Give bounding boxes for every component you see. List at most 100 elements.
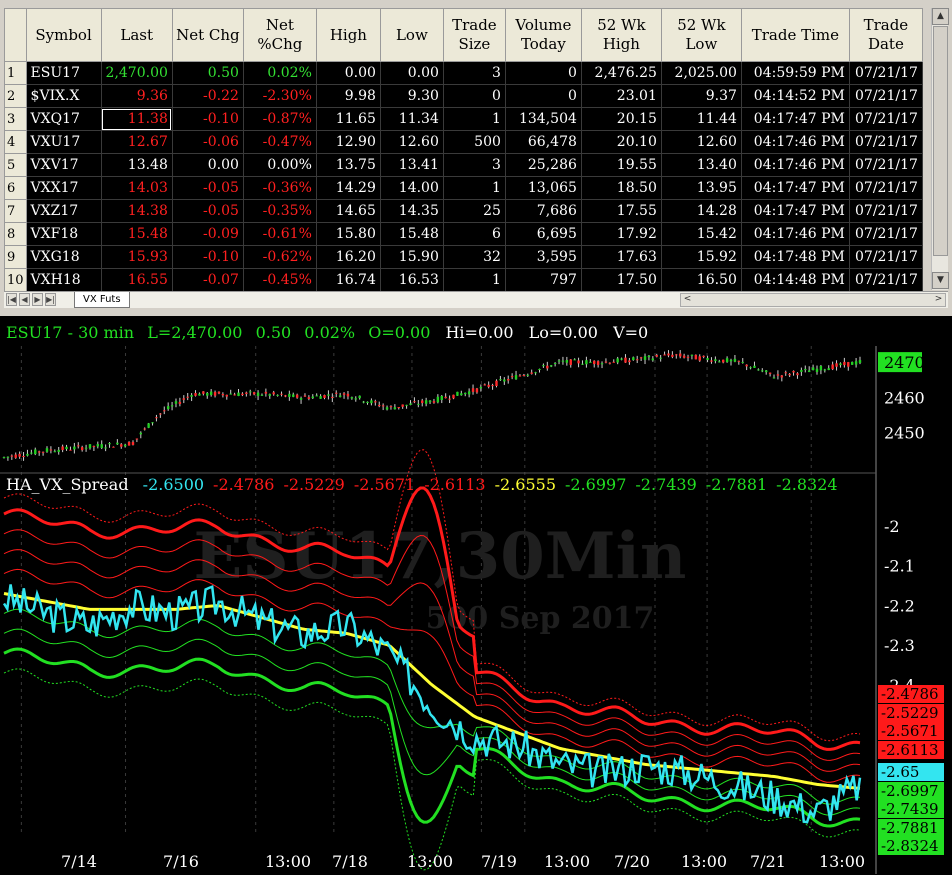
cell-trade-date[interactable]: 07/21/17: [848, 153, 923, 177]
cell-net-chg[interactable]: -0.07: [171, 268, 244, 292]
cell-trade-date[interactable]: 07/21/17: [848, 84, 923, 108]
cell-net-chg[interactable]: 0.50: [171, 61, 244, 85]
cell-52wk-high[interactable]: 17.63: [580, 245, 662, 269]
cell-net-pct-chg[interactable]: -2.30%: [242, 84, 317, 108]
cell-low[interactable]: 15.48: [379, 222, 444, 246]
prev-sheet-icon[interactable]: ◀: [19, 293, 30, 306]
cell-trade-size[interactable]: 3: [442, 153, 506, 177]
cell-volume[interactable]: 0: [504, 84, 582, 108]
cell-last[interactable]: 11.38: [100, 107, 173, 131]
cell-symbol[interactable]: VXV17: [25, 153, 102, 177]
cell-52wk-low[interactable]: 13.40: [660, 153, 742, 177]
cell-last[interactable]: 14.03: [100, 176, 173, 200]
cell-net-chg[interactable]: -0.06: [171, 130, 244, 154]
quote-grid[interactable]: Symbol Last Net Chg Net %Chg High Low Tr…: [4, 8, 923, 292]
cell-trade-time[interactable]: 04:17:46 PM: [740, 222, 850, 246]
cell-net-pct-chg[interactable]: -0.61%: [242, 222, 317, 246]
cell-volume[interactable]: 7,686: [504, 199, 582, 223]
cell-52wk-high[interactable]: 17.92: [580, 222, 662, 246]
cell-trade-time[interactable]: 04:17:47 PM: [740, 199, 850, 223]
next-sheet-icon[interactable]: ▶: [32, 293, 43, 306]
scroll-left-icon[interactable]: <: [681, 293, 694, 307]
cell-52wk-low[interactable]: 11.44: [660, 107, 742, 131]
cell-low[interactable]: 13.41: [379, 153, 444, 177]
table-row[interactable]: 3 VXQ17 11.38 -0.10 -0.87% 11.65 11.34 1 134,504…: [4, 107, 923, 131]
row-number[interactable]: 9: [4, 245, 27, 269]
table-row[interactable]: 10 VXH18 16.55 -0.07 -0.45% 16.74 16.53 1 797 17.…: [4, 268, 923, 292]
row-number[interactable]: 10: [4, 268, 27, 292]
table-row[interactable]: 4 VXU17 12.67 -0.06 -0.47% 12.90 12.60 500 66,47…: [4, 130, 923, 154]
row-number[interactable]: 4: [4, 130, 27, 154]
col-header-last[interactable]: Last: [100, 8, 173, 62]
scroll-down-icon[interactable]: ▼: [932, 272, 949, 289]
table-row[interactable]: 8 VXF18 15.48 -0.09 -0.61% 15.80 15.48 6 6,695 17…: [4, 222, 923, 246]
cell-trade-size[interactable]: 1: [442, 107, 506, 131]
col-header-volume-today[interactable]: Volume Today: [504, 8, 582, 62]
table-row[interactable]: 1 ESU17 2,470.00 0.50 0.02% 0.00 0.00 3 0 2,476.2…: [4, 61, 923, 85]
cell-52wk-low[interactable]: 12.60: [660, 130, 742, 154]
cell-trade-size[interactable]: 32: [442, 245, 506, 269]
cell-net-chg[interactable]: -0.10: [171, 107, 244, 131]
cell-net-chg[interactable]: -0.10: [171, 245, 244, 269]
cell-trade-size[interactable]: 0: [442, 84, 506, 108]
cell-last[interactable]: 16.55: [100, 268, 173, 292]
chart-panel[interactable]: ESU17,30Min 500 Sep 2017 2470 2460 2450 -2-…: [0, 314, 952, 875]
cell-net-chg[interactable]: -0.05: [171, 176, 244, 200]
cell-52wk-high[interactable]: 2,476.25: [580, 61, 662, 85]
cell-symbol[interactable]: VXQ17: [25, 107, 102, 131]
cell-volume[interactable]: 0: [504, 61, 582, 85]
table-row[interactable]: 9 VXG18 15.93 -0.10 -0.62% 16.20 15.90 32 3,595 1…: [4, 245, 923, 269]
cell-52wk-high[interactable]: 20.15: [580, 107, 662, 131]
row-number[interactable]: 8: [4, 222, 27, 246]
scroll-right-icon[interactable]: >: [932, 293, 945, 307]
cell-52wk-low[interactable]: 2,025.00: [660, 61, 742, 85]
col-header-low[interactable]: Low: [379, 8, 444, 62]
cell-low[interactable]: 11.34: [379, 107, 444, 131]
cell-trade-time[interactable]: 04:17:47 PM: [740, 176, 850, 200]
cell-last[interactable]: 15.48: [100, 222, 173, 246]
col-header-trade-time[interactable]: Trade Time: [740, 8, 850, 62]
cell-trade-size[interactable]: 1: [442, 268, 506, 292]
cell-high[interactable]: 9.98: [315, 84, 381, 108]
cell-net-pct-chg[interactable]: -0.35%: [242, 199, 317, 223]
cell-trade-size[interactable]: 500: [442, 130, 506, 154]
cell-trade-date[interactable]: 07/21/17: [848, 176, 923, 200]
vertical-scrollbar[interactable]: ▲ ▼: [931, 8, 949, 290]
cell-last[interactable]: 14.38: [100, 199, 173, 223]
cell-52wk-high[interactable]: 20.10: [580, 130, 662, 154]
cell-volume[interactable]: 13,065: [504, 176, 582, 200]
cell-52wk-low[interactable]: 15.92: [660, 245, 742, 269]
col-header-52wk-low[interactable]: 52 Wk Low: [660, 8, 742, 62]
cell-trade-time[interactable]: 04:17:48 PM: [740, 245, 850, 269]
cell-trade-date[interactable]: 07/21/17: [848, 107, 923, 131]
cell-net-pct-chg[interactable]: -0.45%: [242, 268, 317, 292]
cell-net-chg[interactable]: 0.00: [171, 153, 244, 177]
cell-trade-time[interactable]: 04:17:47 PM: [740, 107, 850, 131]
col-header-high[interactable]: High: [315, 8, 381, 62]
cell-symbol[interactable]: VXX17: [25, 176, 102, 200]
cell-volume[interactable]: 66,478: [504, 130, 582, 154]
cell-52wk-high[interactable]: 18.50: [580, 176, 662, 200]
cell-high[interactable]: 15.80: [315, 222, 381, 246]
cell-high[interactable]: 13.75: [315, 153, 381, 177]
scroll-thumb[interactable]: [933, 26, 948, 256]
cell-high[interactable]: 0.00: [315, 61, 381, 85]
cell-last[interactable]: 13.48: [100, 153, 173, 177]
cell-net-chg[interactable]: -0.09: [171, 222, 244, 246]
cell-trade-size[interactable]: 1: [442, 176, 506, 200]
col-header-52wk-high[interactable]: 52 Wk High: [580, 8, 662, 62]
cell-net-chg[interactable]: -0.05: [171, 199, 244, 223]
cell-low[interactable]: 12.60: [379, 130, 444, 154]
cell-net-pct-chg[interactable]: -0.36%: [242, 176, 317, 200]
cell-last[interactable]: 9.36: [100, 84, 173, 108]
cell-trade-date[interactable]: 07/21/17: [848, 199, 923, 223]
cell-low[interactable]: 14.00: [379, 176, 444, 200]
col-header-net-pct-chg[interactable]: Net %Chg: [242, 8, 317, 62]
cell-last[interactable]: 15.93: [100, 245, 173, 269]
cell-low[interactable]: 0.00: [379, 61, 444, 85]
cell-symbol[interactable]: ESU17: [25, 61, 102, 85]
row-number[interactable]: 2: [4, 84, 27, 108]
cell-52wk-high[interactable]: 23.01: [580, 84, 662, 108]
cell-trade-date[interactable]: 07/21/17: [848, 61, 923, 85]
cell-low[interactable]: 9.30: [379, 84, 444, 108]
